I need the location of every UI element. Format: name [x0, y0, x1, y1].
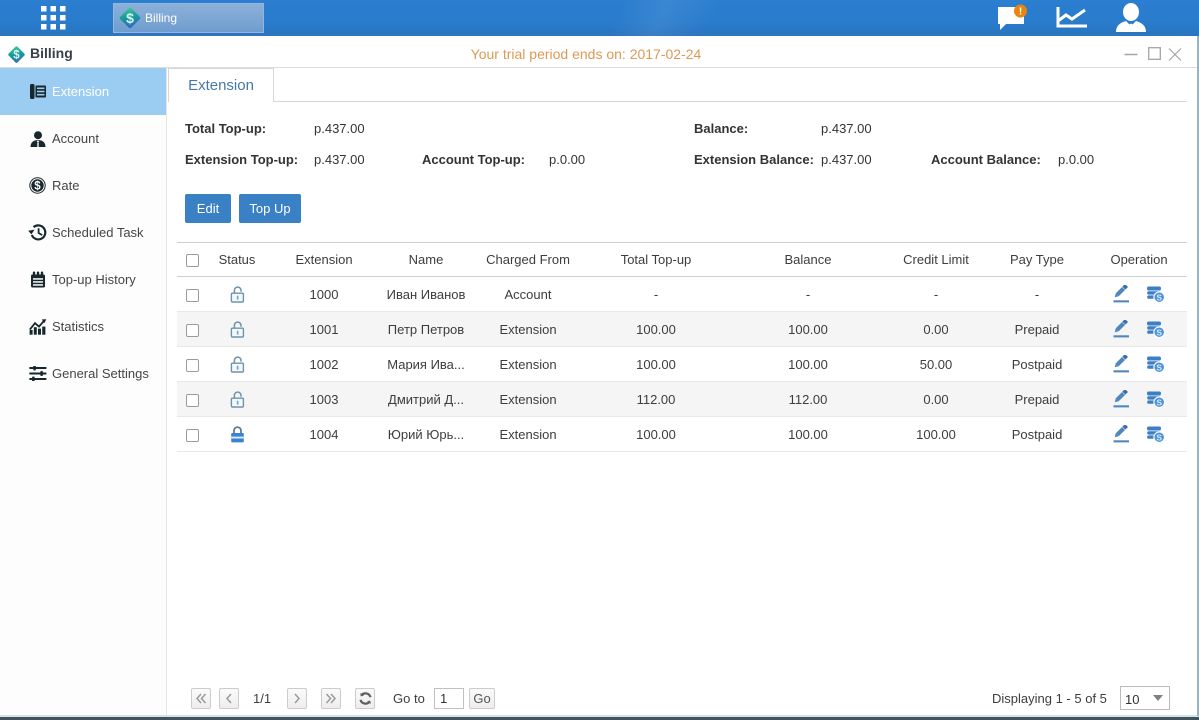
svg-text:$: $	[34, 181, 41, 193]
svg-text:$: $	[126, 10, 134, 26]
svg-text:!: !	[1019, 7, 1022, 18]
